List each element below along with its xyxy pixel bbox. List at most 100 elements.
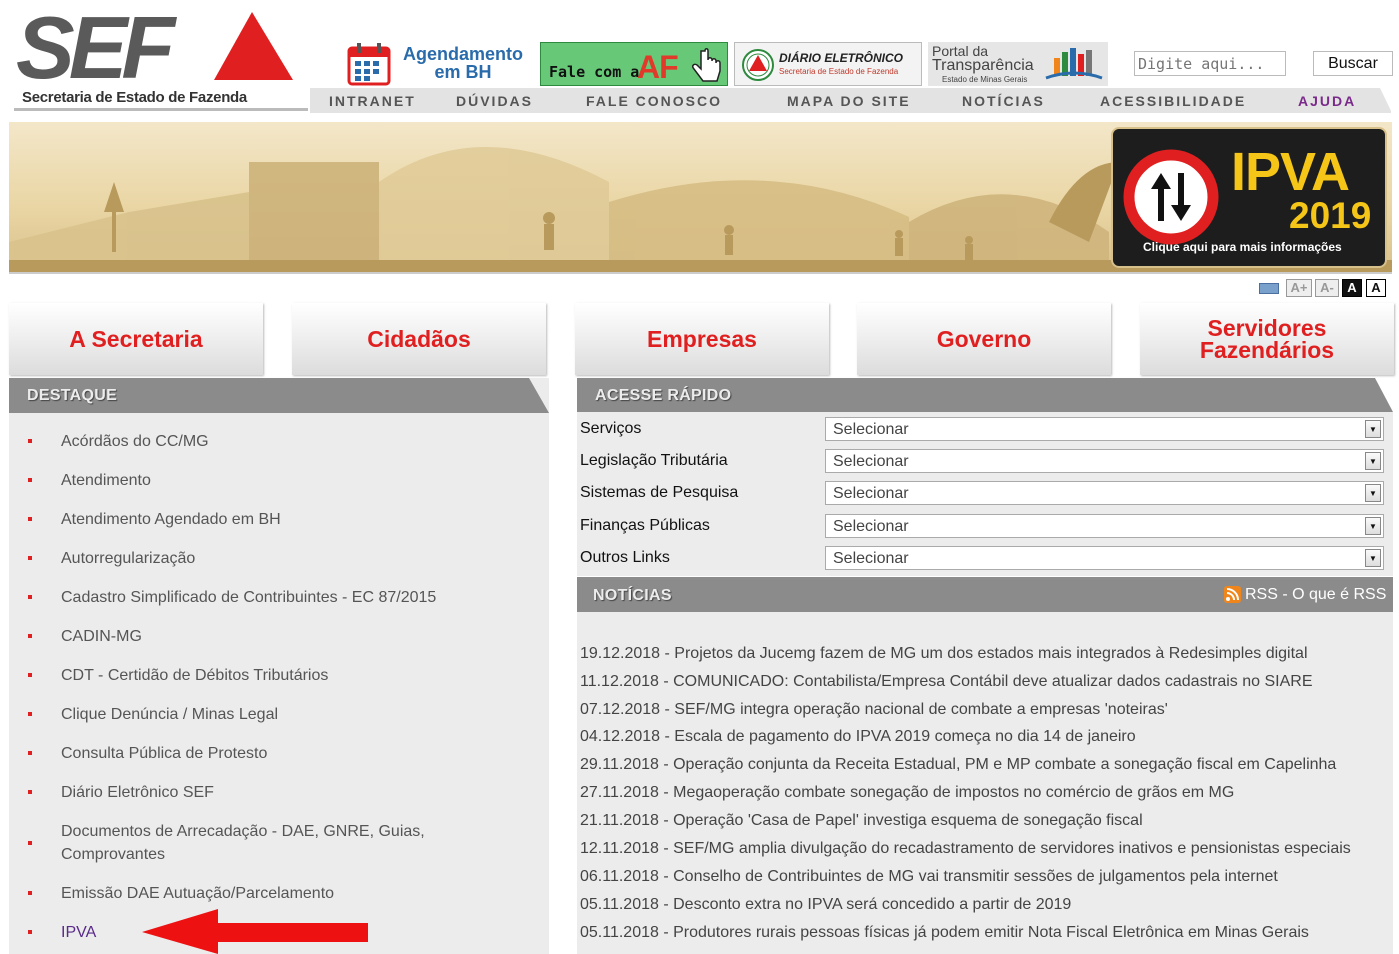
list-item-label: Documentos de Arrecadação - DAE, GNRE, G… (61, 823, 425, 863)
nav-governo-label: Governo (936, 326, 1032, 352)
list-item-label: Emissão DAE Autuação/Parcelamento (61, 885, 335, 902)
rss-icon[interactable] (1224, 586, 1241, 603)
list-item[interactable]: Cadastro Simplificado de Contribuintes -… (28, 586, 437, 609)
news-item[interactable]: 21.11.2018 - Operação 'Casa de Papel' in… (580, 812, 1143, 830)
news-item[interactable]: 11.12.2018 - COMUNICADO: Contabilista/Em… (580, 673, 1313, 691)
fale-com-af-link[interactable]: Fale com a AF (540, 42, 728, 86)
portal-label-3: Estado de Minas Gerais (942, 75, 1028, 84)
select-value: Selecionar (833, 550, 909, 567)
acesse-rapido-header: ACESSE RÁPIDO (577, 378, 1393, 412)
list-item[interactable]: Autorregularização (28, 547, 195, 570)
quick-select-sistemas[interactable]: Selecionar ▼ (825, 481, 1384, 505)
list-item[interactable]: Acórdãos do CC/MG (28, 430, 209, 453)
rss-link[interactable]: RSS - O que é RSS (1245, 586, 1386, 604)
nav-cidadaos[interactable]: Cidadãos (292, 303, 546, 375)
news-item[interactable]: 27.11.2018 - Megaoperação combate sonega… (580, 784, 1234, 802)
quick-select-servicos[interactable]: Selecionar ▼ (825, 417, 1384, 441)
high-contrast-button[interactable]: A (1342, 279, 1362, 297)
bullet (28, 595, 32, 599)
list-item-label: Diário Eletrônico SEF (61, 784, 214, 801)
banner-divider (9, 272, 1392, 274)
nav-governo[interactable]: Governo (857, 303, 1111, 375)
bullet (28, 712, 32, 716)
ipva-caption: Clique aqui para mais informações (1143, 240, 1342, 254)
list-item[interactable]: Consulta Pública de Protesto (28, 742, 267, 765)
list-item[interactable]: Atendimento (28, 469, 151, 492)
topnav-edge (1380, 88, 1392, 113)
rss-glyph (1226, 588, 1239, 601)
list-item[interactable]: Clique Denúncia / Minas Legal (28, 703, 278, 726)
bullet (28, 790, 32, 794)
contrast-icon[interactable] (1259, 283, 1279, 294)
normal-contrast-button[interactable]: A (1366, 279, 1386, 297)
ipva-title: IPVA (1231, 142, 1350, 202)
quick-select-financas[interactable]: Selecionar ▼ (825, 514, 1384, 538)
news-item[interactable]: 19.12.2018 - Projetos da Jucemg fazem de… (580, 645, 1308, 663)
quick-select-outros[interactable]: Selecionar ▼ (825, 546, 1384, 570)
bullet (28, 634, 32, 638)
calendar-icon (347, 43, 391, 86)
chevron-down-icon: ▼ (1365, 484, 1381, 502)
list-item-label: IPVA (61, 924, 97, 941)
logo-divider (14, 108, 308, 111)
bullet (28, 478, 32, 482)
news-item[interactable]: 06.11.2018 - Conselho de Contribuintes d… (580, 868, 1278, 886)
quick-label-legislacao: Legislação Tributária (580, 452, 728, 469)
nav-empresas[interactable]: Empresas (575, 303, 829, 375)
font-decrease-button[interactable]: A- (1315, 279, 1339, 297)
topnav-fale-conosco[interactable]: FALE CONOSCO (586, 93, 722, 109)
select-value: Selecionar (833, 485, 909, 502)
search-button[interactable]: Buscar (1313, 51, 1393, 76)
quick-select-legislacao[interactable]: Selecionar ▼ (825, 449, 1384, 473)
topnav-ajuda[interactable]: AJUDA (1298, 93, 1356, 109)
agendamento-bh-link[interactable]: Agendamento em BH (344, 42, 528, 86)
bullet (28, 673, 32, 677)
list-item[interactable]: Emissão DAE Autuação/Parcelamento (28, 882, 335, 905)
news-item[interactable]: 12.11.2018 - SEF/MG amplia divulgação do… (580, 840, 1351, 858)
af-label: AF (637, 49, 679, 85)
ipva-2019-banner[interactable]: IPVA 2019 Clique aqui para mais informaç… (1113, 129, 1385, 266)
search-input[interactable] (1134, 51, 1286, 76)
bullet (28, 930, 32, 934)
font-increase-button[interactable]: A+ (1286, 279, 1312, 297)
portal-transparencia-link[interactable]: Portal da Transparência Estado de Minas … (928, 42, 1108, 86)
list-item-label: CDT - Certidão de Débitos Tributários (61, 667, 329, 684)
nav-cidadaos-label: Cidadãos (367, 326, 471, 352)
quick-label-sistemas: Sistemas de Pesquisa (580, 484, 739, 501)
acesse-rapido-title: ACESSE RÁPIDO (595, 387, 732, 404)
topnav-noticias[interactable]: NOTÍCIAS (962, 93, 1045, 109)
news-item[interactable]: 07.12.2018 - SEF/MG integra operação nac… (580, 701, 1168, 719)
list-item-ipva[interactable]: IPVA (28, 921, 97, 944)
nav-a-secretaria[interactable]: A Secretaria (9, 303, 263, 375)
nav-a-secretaria-label: A Secretaria (69, 326, 203, 352)
news-item[interactable]: 29.11.2018 - Operação conjunta da Receit… (580, 756, 1336, 774)
diario-subtitle: Secretaria de Estado de Fazenda (779, 67, 899, 76)
logo-text: SEF (16, 8, 177, 97)
nav-empresas-label: Empresas (647, 326, 757, 352)
list-item[interactable]: CADIN-MG (28, 625, 142, 648)
bullet (28, 517, 32, 521)
nav-servidores-label: Servidores Fazendários (1199, 315, 1335, 363)
noticias-title: NOTÍCIAS (593, 587, 672, 604)
topnav-mapa-do-site[interactable]: MAPA DO SITE (787, 93, 911, 109)
list-item[interactable]: CDT - Certidão de Débitos Tributários (28, 664, 329, 687)
acesse-header-edge (1375, 378, 1393, 412)
diario-eletronico-link[interactable]: DIÁRIO ELETRÔNICO Secretaria de Estado d… (734, 42, 922, 86)
select-value: Selecionar (833, 421, 909, 438)
topnav-duvidas[interactable]: DÚVIDAS (456, 93, 533, 109)
topnav-intranet[interactable]: INTRANET (329, 93, 416, 109)
list-item[interactable]: Atendimento Agendado em BH (28, 508, 281, 531)
nav-servidores-fazendarios[interactable]: Servidores Fazendários (1140, 303, 1394, 375)
chevron-down-icon: ▼ (1365, 420, 1381, 438)
list-item-label: Cadastro Simplificado de Contribuintes -… (61, 589, 437, 606)
list-item[interactable]: Documentos de Arrecadação - DAE, GNRE, G… (28, 820, 481, 866)
bar-chart-icon (1045, 48, 1103, 80)
destaque-header-edge (529, 378, 549, 413)
news-item[interactable]: 04.12.2018 - Escala de pagamento do IPVA… (580, 728, 1136, 746)
news-item[interactable]: 05.11.2018 - Produtores rurais pessoas f… (580, 924, 1309, 942)
bullet (28, 841, 32, 845)
quick-label-servicos: Serviços (580, 420, 642, 437)
list-item[interactable]: Diário Eletrônico SEF (28, 781, 214, 804)
news-item[interactable]: 05.11.2018 - Desconto extra no IPVA será… (580, 896, 1071, 914)
topnav-acessibilidade[interactable]: ACESSIBILIDADE (1100, 93, 1246, 109)
